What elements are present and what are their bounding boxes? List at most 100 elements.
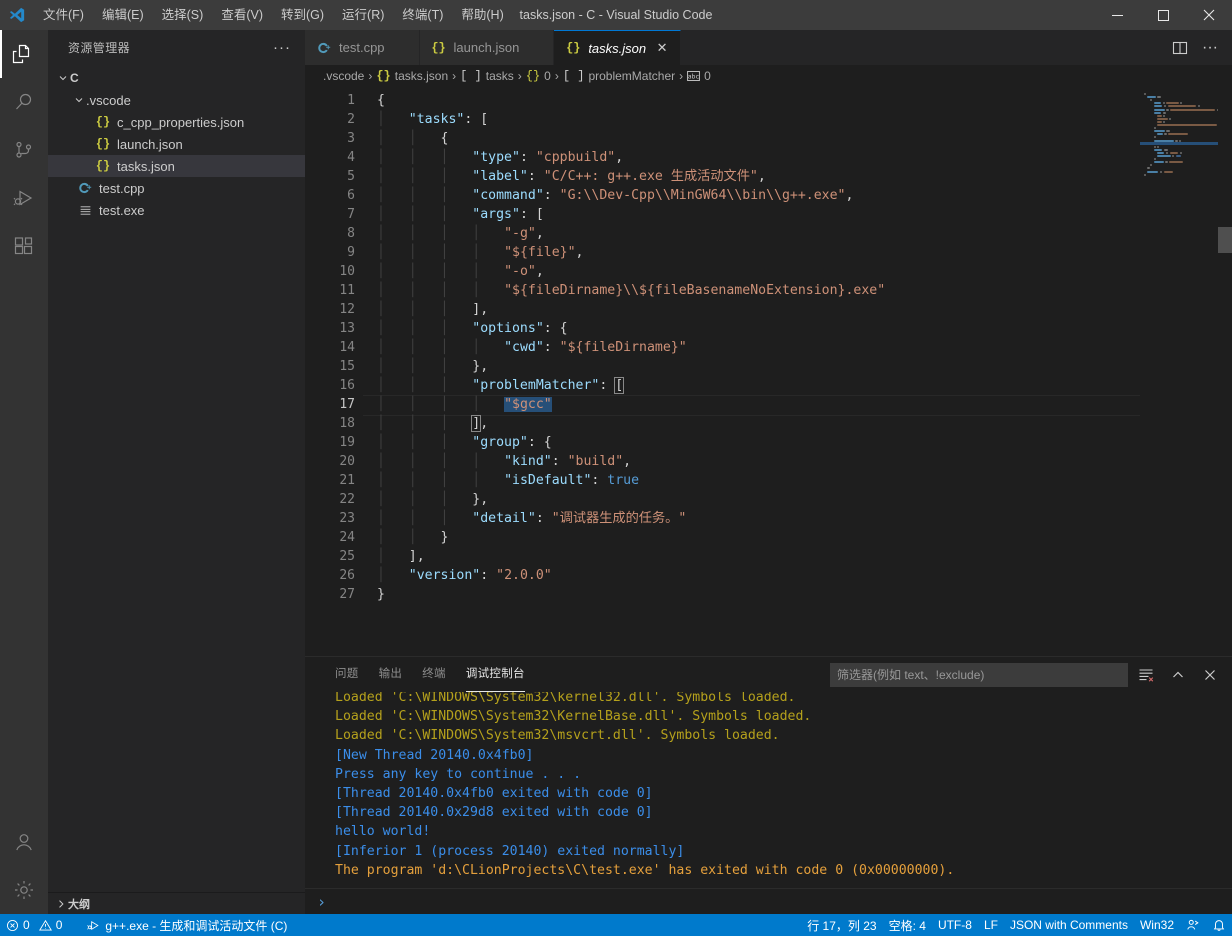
code-line[interactable]: 3 │ │ { xyxy=(305,129,1140,148)
menu-item-terminal[interactable]: 终端(T) xyxy=(393,0,452,30)
code-line[interactable]: 18 │ │ │ ], xyxy=(305,414,1140,433)
menu-item-selection[interactable]: 选择(S) xyxy=(153,0,213,30)
code-line[interactable]: 7 │ │ │ "args": [ xyxy=(305,205,1140,224)
code-line[interactable]: 17 │ │ │ │ "$gcc" xyxy=(305,395,1140,416)
status-eol[interactable]: LF xyxy=(978,914,1004,936)
code-line[interactable]: 11 │ │ │ │ "${fileDirname}\\${fileBasenam… xyxy=(305,281,1140,300)
menu-bar[interactable]: 文件(F) 编辑(E) 选择(S) 查看(V) 转到(G) 运行(R) 终端(T… xyxy=(34,0,513,30)
bell-icon[interactable] xyxy=(1206,914,1232,936)
code-line[interactable]: 27} xyxy=(305,585,1140,604)
tree-item-test-exe[interactable]: test.exe xyxy=(48,199,305,221)
code-line[interactable]: 21 │ │ │ │ "isDefault": true xyxy=(305,471,1140,490)
code-line[interactable]: 26 │ "version": "2.0.0" xyxy=(305,566,1140,585)
menu-item-edit[interactable]: 编辑(E) xyxy=(93,0,153,30)
status-platform[interactable]: Win32 xyxy=(1134,914,1180,936)
activity-explorer[interactable] xyxy=(0,30,48,78)
indent-guide: │ xyxy=(377,492,409,507)
close-panel-icon[interactable] xyxy=(1196,663,1224,687)
tree-item-test-cpp[interactable]: test.cpp xyxy=(48,177,305,199)
tab-test-cpp[interactable]: test.cpp ✕ xyxy=(305,30,420,65)
editor-vertical-scrollbar[interactable] xyxy=(1218,87,1232,656)
status-problems[interactable]: 0 0 xyxy=(0,914,68,936)
tree-item-c[interactable]: C xyxy=(48,67,305,89)
code-line[interactable]: 19 │ │ │ "group": { xyxy=(305,433,1140,452)
breadcrumb-item-tasks-json[interactable]: {} tasks.json xyxy=(376,69,448,83)
code-text: │ │ { xyxy=(377,129,448,148)
split-editor-icon[interactable] xyxy=(1166,34,1194,62)
menu-item-go[interactable]: 转到(G) xyxy=(272,0,333,30)
minimap[interactable] xyxy=(1140,87,1218,656)
clear-console-icon[interactable] xyxy=(1132,663,1160,687)
remote-icon[interactable] xyxy=(1180,914,1206,936)
tree-item-launch-json[interactable]: {} launch.json xyxy=(48,133,305,155)
code-line[interactable]: 1{ xyxy=(305,91,1140,110)
minimap-line xyxy=(1170,108,1216,111)
menu-item-file[interactable]: 文件(F) xyxy=(34,0,93,30)
code-line[interactable]: 14 │ │ │ │ "cwd": "${fileDirname}" xyxy=(305,338,1140,357)
breadcrumb-item-problemmatcher[interactable]: [ ] problemMatcher xyxy=(563,69,675,83)
tree-item-tasks-json[interactable]: {} tasks.json xyxy=(48,155,305,177)
scrollbar-thumb[interactable] xyxy=(1218,227,1232,253)
code-line[interactable]: 22 │ │ │ }, xyxy=(305,490,1140,509)
minimap-line xyxy=(1169,117,1172,120)
filter-input[interactable]: 筛选器(例如 text、!exclude) xyxy=(830,662,1128,687)
status-encoding[interactable]: UTF-8 xyxy=(932,914,978,936)
maximize-icon[interactable] xyxy=(1140,0,1186,30)
code-line[interactable]: 5 │ │ │ "label": "C/C++: g++.exe 生成活动文件", xyxy=(305,167,1140,186)
breadcrumb-item-0[interactable]: {} 0 xyxy=(526,69,551,83)
panel-tab-terminal[interactable]: 终端 xyxy=(412,657,456,692)
tree-item-vscode[interactable]: .vscode xyxy=(48,89,305,111)
activity-run-and-debug[interactable] xyxy=(0,174,48,222)
debug-console-output[interactable]: Loaded 'C:\WINDOWS\System32\kernel32.dll… xyxy=(305,692,1232,888)
close-icon[interactable]: ✕ xyxy=(654,40,670,56)
status-cursor-position[interactable]: 行 17，列 23 xyxy=(801,914,882,936)
status-language-mode[interactable]: JSON with Comments xyxy=(1004,914,1134,936)
activity-extensions[interactable] xyxy=(0,222,48,270)
code-line[interactable]: 13 │ │ │ "options": { xyxy=(305,319,1140,338)
code-line[interactable]: 25 │ ], xyxy=(305,547,1140,566)
close-icon[interactable] xyxy=(1186,0,1232,30)
code-line[interactable]: 8 │ │ │ │ "-g", xyxy=(305,224,1140,243)
activity-search[interactable] xyxy=(0,78,48,126)
code-line[interactable]: 6 │ │ │ "command": "G:\\Dev-Cpp\\MinGW64\… xyxy=(305,186,1140,205)
code-line[interactable]: 10 │ │ │ │ "-o", xyxy=(305,262,1140,281)
code-line[interactable]: 2 │ "tasks": [ xyxy=(305,110,1140,129)
code-editor[interactable]: 1{2 │ "tasks": [3 │ │ {4 │ │ │ "type": "cpp… xyxy=(305,87,1232,656)
code-line[interactable]: 4 │ │ │ "type": "cppbuild", xyxy=(305,148,1140,167)
breadcrumb-item-vscode[interactable]: .vscode xyxy=(323,69,364,83)
account-icon[interactable] xyxy=(0,818,48,866)
minimize-icon[interactable] xyxy=(1094,0,1140,30)
sidebar-more-actions[interactable]: ··· xyxy=(267,39,297,56)
activity-source-control[interactable] xyxy=(0,126,48,174)
more-actions-icon[interactable]: ··· xyxy=(1196,34,1224,62)
indent-guide: │ xyxy=(408,264,441,279)
code-line[interactable]: 16 │ │ │ "problemMatcher": [ xyxy=(305,376,1140,395)
tab-tasks-json[interactable]: {} tasks.json ✕ xyxy=(554,30,682,65)
status-indentation[interactable]: 空格: 4 xyxy=(883,914,932,936)
code-scroll-area[interactable]: 1{2 │ "tasks": [3 │ │ {4 │ │ │ "type": "cpp… xyxy=(305,87,1140,656)
sidebar-section-outline[interactable]: 大纲 xyxy=(48,892,305,914)
tab-launch-json[interactable]: {} launch.json ✕ xyxy=(419,30,555,65)
debug-console-input[interactable]: › xyxy=(305,888,1232,914)
breadcrumb-item-tasks[interactable]: [ ] tasks xyxy=(460,69,514,83)
line-number: 19 xyxy=(339,435,355,450)
panel-tab-output[interactable]: 输出 xyxy=(369,657,413,692)
code-line[interactable]: 12 │ │ │ ], xyxy=(305,300,1140,319)
code-line[interactable]: 23 │ │ │ "detail": "调试器生成的任务。" xyxy=(305,509,1140,528)
panel-tab-problems[interactable]: 问题 xyxy=(325,657,369,692)
indent-guide: │ xyxy=(377,112,409,127)
breadcrumb-item-string-0[interactable]: abc 0 xyxy=(687,69,711,83)
code-line[interactable]: 24 │ │ } xyxy=(305,528,1140,547)
menu-item-run[interactable]: 运行(R) xyxy=(333,0,393,30)
minimap-line xyxy=(1197,105,1200,108)
code-line[interactable]: 20 │ │ │ │ "kind": "build", xyxy=(305,452,1140,471)
code-line[interactable]: 15 │ │ │ }, xyxy=(305,357,1140,376)
panel-tab-debug-console[interactable]: 调试控制台 xyxy=(456,657,535,692)
maximize-panel-icon[interactable] xyxy=(1164,663,1192,687)
status-run-task[interactable]: g++.exe - 生成和调试活动文件 (C) xyxy=(80,914,293,936)
menu-item-help[interactable]: 帮助(H) xyxy=(452,0,512,30)
gear-icon[interactable] xyxy=(0,866,48,914)
tree-item-c-cpp-properties-json[interactable]: {} c_cpp_properties.json xyxy=(48,111,305,133)
code-line[interactable]: 9 │ │ │ │ "${file}", xyxy=(305,243,1140,262)
menu-item-view[interactable]: 查看(V) xyxy=(212,0,272,30)
